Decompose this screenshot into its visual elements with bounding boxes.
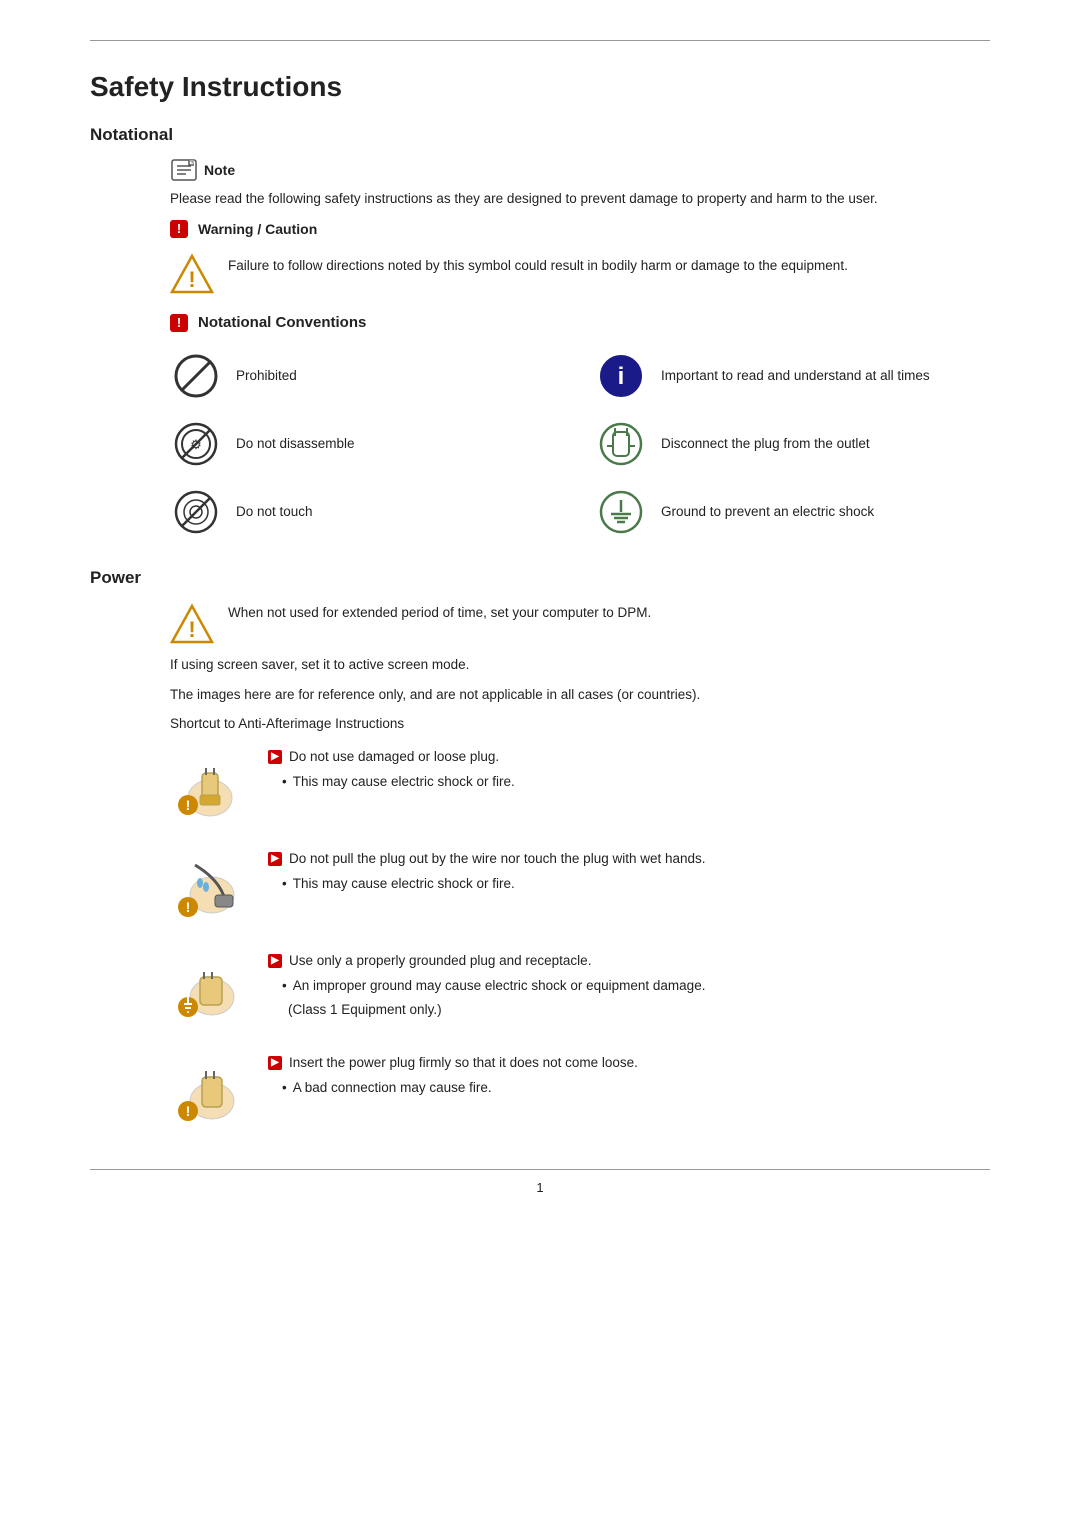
power-item-1-header: ▶ Do not use damaged or loose plug. (268, 747, 990, 767)
power-item-4-image: ! (170, 1049, 250, 1129)
power-heading: Power (90, 568, 990, 588)
svg-text:!: ! (186, 899, 191, 915)
convention-disconnect-plug: Disconnect the plug from the outlet (595, 418, 990, 470)
power-item-4-header-text: Insert the power plug firmly so that it … (289, 1053, 638, 1073)
warning-caution-label: Warning / Caution (198, 221, 317, 237)
bottom-rule (90, 1169, 990, 1170)
top-rule (90, 40, 990, 41)
power-item-4-bullet: • A bad connection may cause fire. (268, 1078, 990, 1098)
no-touch-icon (170, 486, 222, 538)
power-item-2-content: ▶ Do not pull the plug out by the wire n… (268, 845, 990, 895)
power-item-3-content: ▶ Use only a properly grounded plug and … (268, 947, 990, 1021)
power-dpm-text: When not used for extended period of tim… (228, 602, 651, 624)
power-section: Power ! When not used for extended perio… (90, 568, 990, 1129)
notational-conventions-label: Notational Conventions (198, 314, 366, 331)
svg-text:!: ! (188, 267, 195, 292)
power-item-3-header-text: Use only a properly grounded plug and re… (289, 951, 591, 971)
power-item-1-bullet: • This may cause electric shock or fire. (268, 772, 990, 792)
note-icon (170, 159, 198, 181)
power-item-2-bullet-text: This may cause electric shock or fire. (293, 874, 515, 894)
warning-caution-row: ! Warning / Caution (170, 220, 990, 238)
warning-caution-text: Failure to follow directions noted by th… (228, 252, 848, 277)
power-item-1-header-text: Do not use damaged or loose plug. (289, 747, 499, 767)
power-item-3: ▶ Use only a properly grounded plug and … (170, 947, 990, 1027)
power-item-3-image (170, 947, 250, 1027)
convention-no-touch: Do not touch (170, 486, 565, 538)
convention-disconnect-label: Disconnect the plug from the outlet (661, 434, 870, 454)
power-item-3-warning-icon: ▶ (268, 954, 282, 968)
power-item-2-warning-icon: ▶ (268, 852, 282, 866)
important-read-icon: i (595, 350, 647, 402)
power-item-4-content: ▶ Insert the power plug firmly so that i… (268, 1049, 990, 1099)
bullet-dot-1: • (282, 772, 287, 792)
note-label: Note (204, 162, 235, 178)
convention-no-disassemble-label: Do not disassemble (236, 434, 355, 454)
page-number: 1 (90, 1180, 990, 1195)
conventions-grid: Prohibited i Important to read and under… (170, 350, 990, 538)
power-item-3-class: (Class 1 Equipment only.) (288, 1000, 990, 1020)
power-warning-triangle-icon: ! (170, 602, 214, 646)
disconnect-plug-icon (595, 418, 647, 470)
convention-important-label: Important to read and understand at all … (661, 366, 930, 386)
power-item-3-bullet-text-1: An improper ground may cause electric sh… (293, 976, 706, 996)
svg-text:!: ! (188, 617, 195, 642)
power-warning-block: ! When not used for extended period of t… (170, 602, 990, 646)
notational-section: Notational Note Please read the followin (90, 125, 990, 538)
power-item-4-bullet-text: A bad connection may cause fire. (293, 1078, 492, 1098)
page-title: Safety Instructions (90, 71, 990, 103)
convention-ground-label: Ground to prevent an electric shock (661, 502, 874, 522)
prohibited-icon (170, 350, 222, 402)
power-item-2-image: ! (170, 845, 250, 925)
power-item-4-header: ▶ Insert the power plug firmly so that i… (268, 1053, 990, 1073)
power-item-1: ! ▶ Do not use damaged or loose plug. • … (170, 743, 990, 823)
svg-text:!: ! (186, 1103, 191, 1119)
notational-conventions-heading: ! Notational Conventions (170, 314, 990, 332)
power-item-2-header-text: Do not pull the plug out by the wire nor… (289, 849, 706, 869)
power-screensaver-text: If using screen saver, set it to active … (170, 654, 990, 676)
svg-text:!: ! (186, 797, 191, 813)
power-item-1-content: ▶ Do not use damaged or loose plug. • Th… (268, 743, 990, 793)
power-shortcut-text: Shortcut to Anti-Afterimage Instructions (170, 713, 990, 735)
bullet-dot-3a: • (282, 976, 287, 996)
note-row: Note (170, 159, 990, 181)
power-item-1-bullet-text: This may cause electric shock or fire. (293, 772, 515, 792)
power-item-4: ! ▶ Insert the power plug firmly so that… (170, 1049, 990, 1129)
ground-icon (595, 486, 647, 538)
convention-important: i Important to read and understand at al… (595, 350, 990, 402)
convention-ground: Ground to prevent an electric shock (595, 486, 990, 538)
no-disassemble-icon: ⚙ (170, 418, 222, 470)
note-description: Please read the following safety instruc… (170, 189, 990, 210)
convention-prohibited-label: Prohibited (236, 366, 297, 386)
convention-prohibited: Prohibited (170, 350, 565, 402)
power-item-3-bullet-1: • An improper ground may cause electric … (268, 976, 990, 996)
convention-no-touch-label: Do not touch (236, 502, 313, 522)
power-item-1-image: ! (170, 743, 250, 823)
bullet-dot-2: • (282, 874, 287, 894)
power-item-2: ! ▶ Do not pull the plug out by the wire… (170, 845, 990, 925)
notational-conv-icon: ! (170, 314, 188, 332)
notational-heading: Notational (90, 125, 990, 145)
convention-no-disassemble: ⚙ Do not disassemble (170, 418, 565, 470)
warning-block: ! Failure to follow directions noted by … (170, 252, 990, 296)
svg-text:i: i (618, 363, 625, 390)
note-subsection: Note Please read the following safety in… (170, 159, 990, 538)
power-reference-text: The images here are for reference only, … (170, 684, 990, 706)
power-item-3-header: ▶ Use only a properly grounded plug and … (268, 951, 990, 971)
warning-caution-icon: ! (170, 220, 188, 238)
power-item-1-warning-icon: ▶ (268, 750, 282, 764)
power-item-2-bullet: • This may cause electric shock or fire. (268, 874, 990, 894)
bullet-dot-4: • (282, 1078, 287, 1098)
warning-triangle-icon: ! (170, 252, 214, 296)
power-item-4-warning-icon: ▶ (268, 1056, 282, 1070)
power-item-2-header: ▶ Do not pull the plug out by the wire n… (268, 849, 990, 869)
